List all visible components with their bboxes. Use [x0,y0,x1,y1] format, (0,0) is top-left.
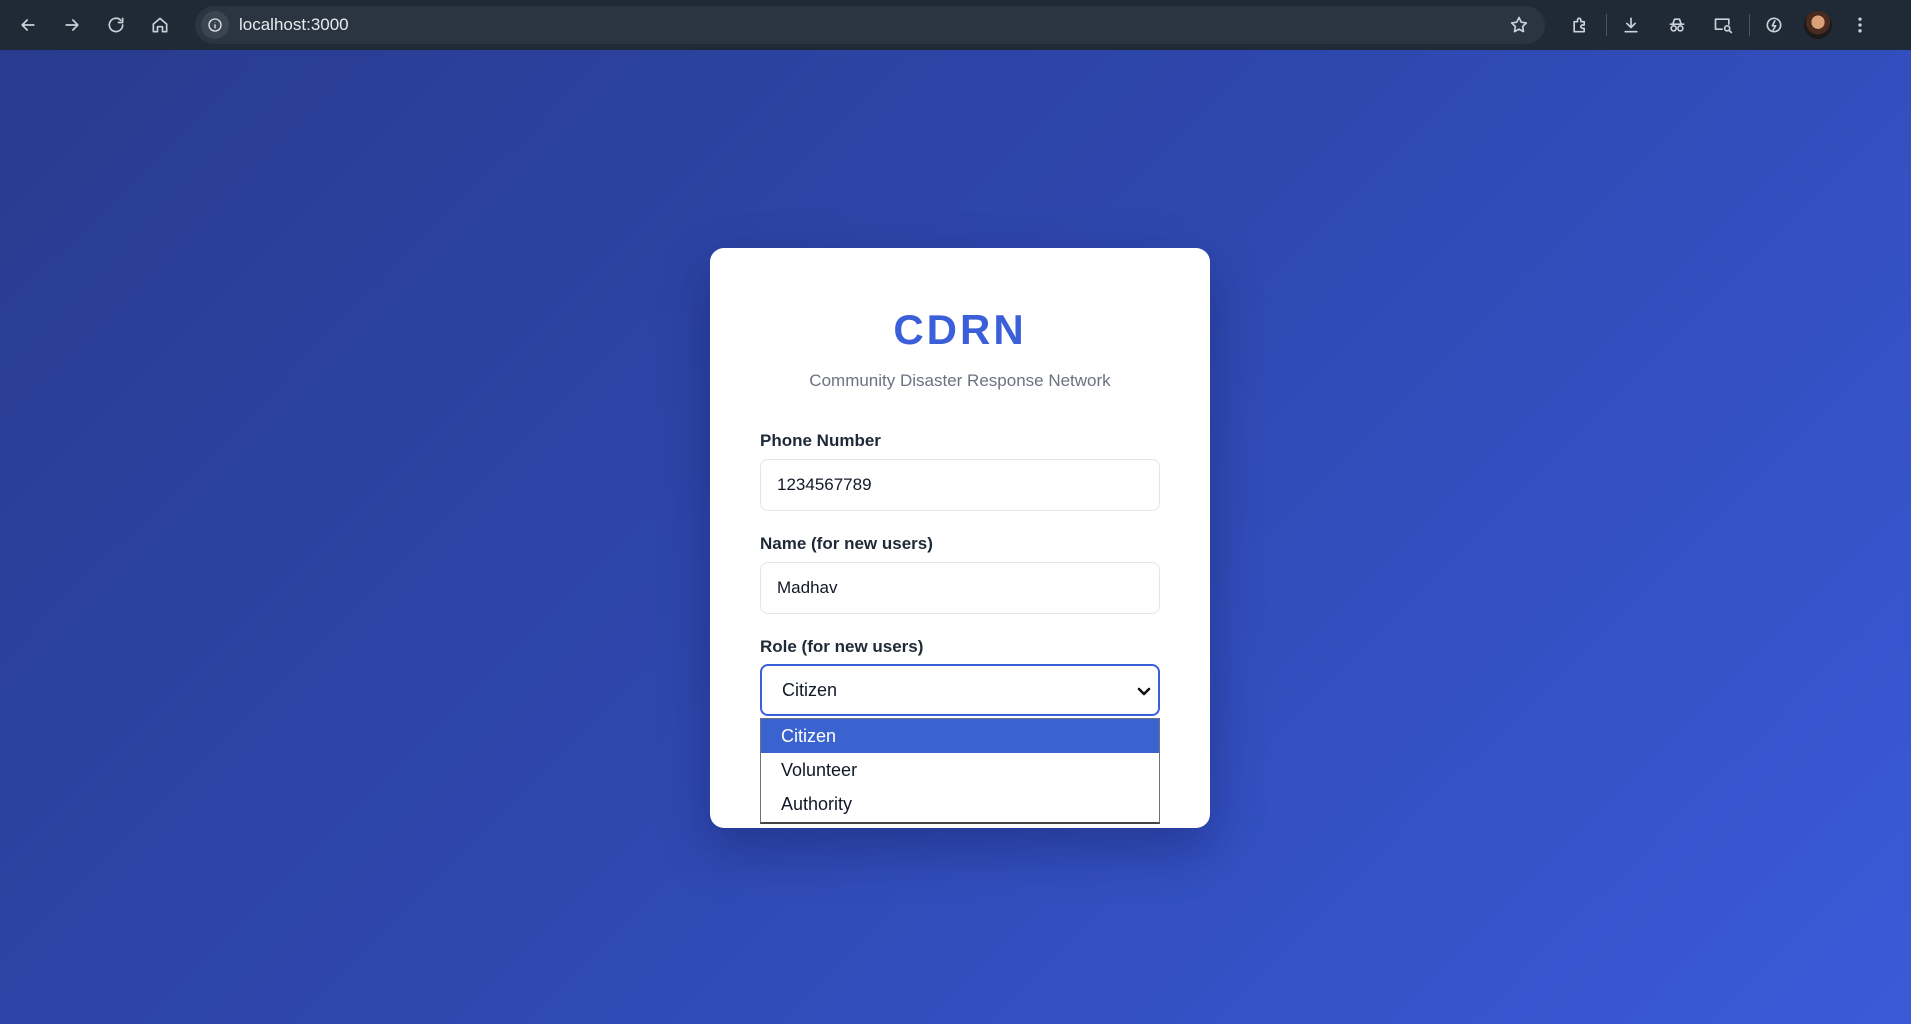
name-input[interactable]: Madhav [760,562,1160,614]
toolbar-actions [1560,5,1886,45]
role-option-volunteer[interactable]: Volunteer [761,753,1159,787]
media-search-button[interactable] [1703,5,1743,45]
forward-button[interactable] [52,5,92,45]
name-input-value: Madhav [777,578,838,597]
role-label: Role (for new users) [760,637,924,656]
app-subtitle: Community Disaster Response Network [809,371,1111,390]
toolbar-divider [1606,14,1607,36]
url-text: localhost:3000 [239,15,349,34]
role-select-value: Citizen [782,679,838,700]
home-button[interactable] [140,5,180,45]
chevron-down-icon [1136,683,1152,699]
more-vertical-icon [1858,17,1862,33]
phone-input-value: 1234567789 [777,475,872,494]
downloads-button[interactable] [1611,5,1651,45]
address-bar[interactable]: localhost:3000 [195,6,1545,44]
info-icon [208,18,222,32]
profile-avatar[interactable] [1804,11,1832,39]
page-background: CDRN Community Disaster Response Network… [0,50,1911,1024]
arrow-left-icon [21,19,35,31]
star-icon [1510,16,1528,33]
performance-button[interactable] [1754,5,1794,45]
search-screen-icon [1714,18,1733,34]
login-card: CDRN Community Disaster Response Network… [710,248,1210,828]
role-option-authority[interactable]: Authority [761,787,1159,821]
incognito-button[interactable] [1657,5,1697,45]
extensions-button[interactable] [1560,5,1600,45]
reload-button[interactable] [96,5,136,45]
arrow-right-icon [65,19,79,31]
app-title: CDRN [893,306,1027,353]
toolbar-divider [1749,14,1750,36]
incognito-icon [1669,18,1685,32]
puzzle-icon [1573,17,1585,33]
energy-icon [1766,17,1782,33]
browser-toolbar: localhost:3000 [0,0,1911,50]
home-icon [152,17,168,33]
role-option-citizen[interactable]: Citizen [761,719,1159,753]
role-dropdown-list: Citizen Volunteer Authority [760,718,1160,824]
phone-input[interactable]: 1234567789 [760,459,1160,511]
role-select[interactable]: Citizen [760,664,1160,716]
bookmark-button[interactable] [1509,15,1529,40]
name-label: Name (for new users) [760,534,933,553]
menu-button[interactable] [1840,5,1880,45]
reload-icon [108,17,124,33]
phone-label: Phone Number [760,431,881,450]
download-icon [1624,17,1638,33]
site-info-button[interactable] [201,11,229,39]
back-button[interactable] [8,5,48,45]
